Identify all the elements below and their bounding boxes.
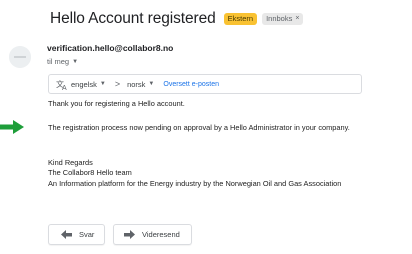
remove-label-icon[interactable]: × <box>295 14 299 24</box>
annotation-arrow <box>0 120 24 134</box>
reply-button[interactable]: Svar <box>48 224 105 245</box>
reply-icon <box>61 230 72 239</box>
body-line-team: The Collabor8 Hello team <box>48 168 132 177</box>
reply-label: Svar <box>79 230 95 239</box>
translate-bar: 文 A engelsk ▼ > norsk ▼ Oversett e-poste… <box>48 74 362 94</box>
source-language-label: engelsk <box>71 79 97 89</box>
sender-address[interactable]: verification.hello@collabor8.no <box>47 43 173 53</box>
translate-icon: 文 A <box>55 78 68 90</box>
recipient-toggle[interactable]: til meg ▼ <box>47 57 78 66</box>
translate-email-link[interactable]: Oversett e-posten <box>163 81 219 88</box>
label-inbox-text: Innboks <box>266 14 293 23</box>
chevron-down-icon: ▼ <box>148 81 155 87</box>
svg-text:A: A <box>62 85 67 90</box>
target-language-select[interactable]: norsk ▼ <box>127 80 154 89</box>
email-subject-row: Hello Account registered Ekstern Innboks… <box>50 9 304 29</box>
forward-icon <box>124 230 135 239</box>
email-subject: Hello Account registered <box>50 10 216 27</box>
sender-avatar[interactable] <box>9 46 31 68</box>
body-line-platform: An Information platform for the Energy i… <box>48 179 342 188</box>
label-external[interactable]: Ekstern <box>223 13 258 25</box>
recipient-label: til meg <box>47 57 70 66</box>
chevron-down-icon[interactable]: ▼ <box>72 59 78 65</box>
label-inbox[interactable]: Innboks × <box>262 13 304 25</box>
body-line-status: The registration process now pending on … <box>48 123 350 132</box>
body-line-regards: Kind Regards <box>48 158 93 167</box>
body-line-thanks: Thank you for registering a Hello accoun… <box>48 99 185 108</box>
avatar-icon <box>9 46 31 68</box>
chevron-down-icon: ▼ <box>99 81 106 87</box>
translate-direction-arrow: > <box>114 79 121 89</box>
forward-label: Videresend <box>142 230 180 239</box>
source-language-select[interactable]: engelsk ▼ <box>71 80 106 89</box>
forward-button[interactable]: Videresend <box>113 224 192 245</box>
target-language-label: norsk <box>127 79 146 89</box>
